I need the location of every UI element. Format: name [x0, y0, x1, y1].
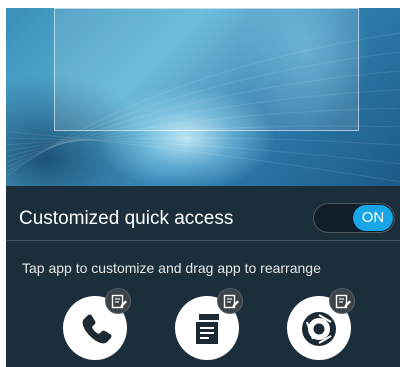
divider	[6, 240, 400, 241]
app-shortcut-chrome[interactable]	[287, 288, 355, 360]
phone-screen: Customized quick access ON Tap app to cu…	[6, 8, 400, 367]
quick-access-panel: Customized quick access ON Tap app to cu…	[6, 186, 400, 367]
edit-badge-phone[interactable]	[105, 288, 131, 314]
panel-title: Customized quick access	[19, 208, 234, 229]
edit-icon	[335, 294, 351, 309]
app-shortcut-notes[interactable]	[175, 288, 243, 360]
edit-icon	[111, 294, 127, 309]
edit-badge-chrome[interactable]	[329, 288, 355, 314]
app-shortcut-phone[interactable]	[63, 288, 131, 360]
panel-header: Customized quick access ON	[6, 186, 400, 238]
widget-placeholder[interactable]	[54, 8, 359, 131]
wallpaper	[6, 8, 400, 186]
instruction-text: Tap app to customize and drag app to rea…	[22, 260, 321, 276]
toggle-on-label: ON	[353, 205, 393, 231]
quick-access-toggle[interactable]: ON	[313, 203, 395, 233]
edit-icon	[223, 294, 239, 309]
edit-badge-notes[interactable]	[217, 288, 243, 314]
